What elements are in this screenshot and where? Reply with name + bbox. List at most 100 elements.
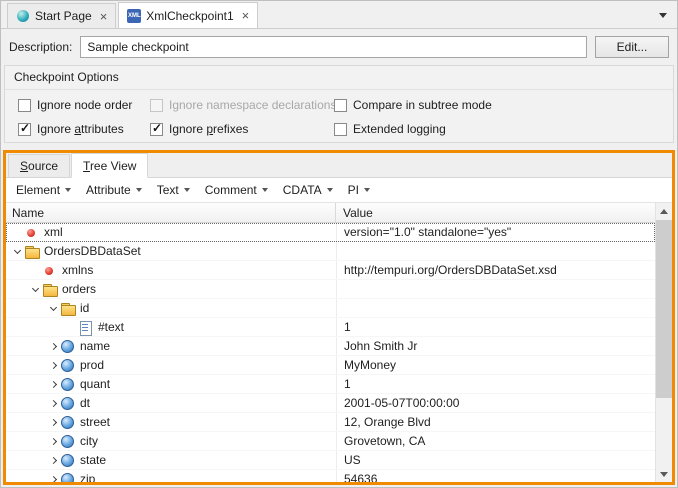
tree-row-id[interactable]: id <box>6 299 655 318</box>
node-name: state <box>80 453 106 467</box>
name-cell: xmlns <box>6 261 336 279</box>
expander-icon[interactable] <box>46 382 60 387</box>
tab-source[interactable]: Source <box>8 154 70 177</box>
node-value <box>336 280 655 298</box>
name-cell: zip <box>6 470 336 482</box>
tree-grid-body: Name Value xml version="1.0" standalone=… <box>6 203 655 482</box>
node-name: quant <box>80 377 110 391</box>
node-value: 2001-05-07T00:00:00 <box>336 394 655 412</box>
tree-row-text-node[interactable]: #text 1 <box>6 318 655 337</box>
tab-label: Source <box>20 159 58 173</box>
node-value: Grovetown, CA <box>336 432 655 450</box>
toolbar-button-element[interactable]: Element <box>16 183 71 197</box>
node-name: prod <box>80 358 104 372</box>
tree-row-dt[interactable]: dt 2001-05-07T00:00:00 <box>6 394 655 413</box>
node-name: id <box>80 301 89 315</box>
tree-row-prod[interactable]: prod MyMoney <box>6 356 655 375</box>
expander-icon[interactable] <box>46 477 60 482</box>
folder-icon <box>60 301 75 316</box>
column-header-name[interactable]: Name <box>6 203 336 222</box>
edit-button[interactable]: Edit... <box>595 36 669 58</box>
tree-row-ordersdbdataset[interactable]: OrdersDBDataSet <box>6 242 655 261</box>
chevron-down-icon <box>136 188 142 192</box>
node-value: http://tempuri.org/OrdersDBDataSet.xsd <box>336 261 655 279</box>
expander-icon[interactable] <box>46 344 60 349</box>
xml-file-icon: XML <box>127 9 141 23</box>
tree-row-zip[interactable]: zip 54636 <box>6 470 655 482</box>
close-icon[interactable]: × <box>242 9 250 22</box>
folder-icon <box>42 282 57 297</box>
chevron-down-icon[interactable] <box>659 13 667 18</box>
checkbox-compare-in-subtree-mode[interactable]: Compare in subtree mode <box>334 98 673 112</box>
scroll-up-button[interactable] <box>656 203 672 219</box>
expander-icon[interactable] <box>10 250 24 253</box>
checkbox-label: Ignore node order <box>37 98 132 112</box>
toolbar-button-cdata[interactable]: CDATA <box>283 183 333 197</box>
checkbox-box[interactable] <box>18 99 31 112</box>
tab-label: XmlCheckpoint1 <box>146 9 233 23</box>
tab-start-page[interactable]: Start Page × <box>7 3 116 28</box>
tree-row-orders[interactable]: orders <box>6 280 655 299</box>
expander-icon[interactable] <box>46 439 60 444</box>
node-value: 1 <box>336 318 655 336</box>
expander-icon[interactable] <box>46 420 60 425</box>
tab-label: Tree View <box>83 159 136 173</box>
scrollbar[interactable] <box>655 203 672 482</box>
checkbox-label: Extended logging <box>353 122 446 136</box>
name-cell: quant <box>6 375 336 393</box>
checkbox-box[interactable] <box>150 123 163 136</box>
node-name: #text <box>98 320 124 334</box>
name-cell: state <box>6 451 336 469</box>
tree-row-street[interactable]: street 12, Orange Blvd <box>6 413 655 432</box>
tab-xmlcheckpoint1[interactable]: XML XmlCheckpoint1 × <box>118 2 258 28</box>
tree-row-quant[interactable]: quant 1 <box>6 375 655 394</box>
name-cell: street <box>6 413 336 431</box>
expander-icon[interactable] <box>46 363 60 368</box>
chevron-down-icon <box>65 188 71 192</box>
tree-row-xml[interactable]: xml version="1.0" standalone="yes" <box>6 223 655 242</box>
node-value <box>336 299 655 317</box>
tab-label: Start Page <box>35 9 92 23</box>
checkbox-box[interactable] <box>334 99 347 112</box>
checkbox-box <box>150 99 163 112</box>
name-cell: city <box>6 432 336 450</box>
description-input[interactable] <box>80 36 587 58</box>
expander-icon[interactable] <box>46 401 60 406</box>
checkbox-extended-logging[interactable]: Extended logging <box>334 122 673 136</box>
element-icon <box>60 472 75 483</box>
expander-icon[interactable] <box>46 307 60 310</box>
checkbox-ignore-node-order[interactable]: Ignore node order <box>18 98 150 112</box>
tree-row-xmlns[interactable]: xmlns http://tempuri.org/OrdersDBDataSet… <box>6 261 655 280</box>
scroll-down-button[interactable] <box>656 466 672 482</box>
tree-row-name[interactable]: name John Smith Jr <box>6 337 655 356</box>
checkbox-box[interactable] <box>18 123 31 136</box>
expander-icon[interactable] <box>28 288 42 291</box>
attribute-icon <box>42 263 57 278</box>
scrollbar-track[interactable] <box>656 219 672 466</box>
tree-row-city[interactable]: city Grovetown, CA <box>6 432 655 451</box>
name-cell: orders <box>6 280 336 298</box>
checkbox-ignore-attributes[interactable]: Ignore attributes <box>18 122 150 136</box>
checkbox-ignore-namespace-declarations: Ignore namespace declarations <box>150 98 334 112</box>
close-icon[interactable]: × <box>100 10 108 23</box>
column-header-value[interactable]: Value <box>336 203 655 222</box>
xml-checkpoint-editor-window: Start Page × XML XmlCheckpoint1 × Descri… <box>0 0 678 488</box>
expander-icon[interactable] <box>46 458 60 463</box>
checkbox-ignore-prefixes[interactable]: Ignore prefixes <box>150 122 334 136</box>
toolbar-button-comment[interactable]: Comment <box>205 183 268 197</box>
checkbox-label: Ignore prefixes <box>169 122 248 136</box>
tree-row-state[interactable]: state US <box>6 451 655 470</box>
name-cell: xml <box>6 223 336 241</box>
element-icon <box>60 396 75 411</box>
node-value: version="1.0" standalone="yes" <box>336 223 655 241</box>
toolbar-button-attribute[interactable]: Attribute <box>86 183 142 197</box>
toolbar-button-text[interactable]: Text <box>157 183 190 197</box>
name-cell: OrdersDBDataSet <box>6 242 336 260</box>
node-name: dt <box>80 396 90 410</box>
chevron-down-icon <box>184 188 190 192</box>
node-value: 54636 <box>336 470 655 482</box>
checkbox-box[interactable] <box>334 123 347 136</box>
toolbar-button-pi[interactable]: PI <box>348 183 370 197</box>
tab-tree-view[interactable]: Tree View <box>71 153 148 178</box>
scrollbar-thumb[interactable] <box>656 220 672 398</box>
